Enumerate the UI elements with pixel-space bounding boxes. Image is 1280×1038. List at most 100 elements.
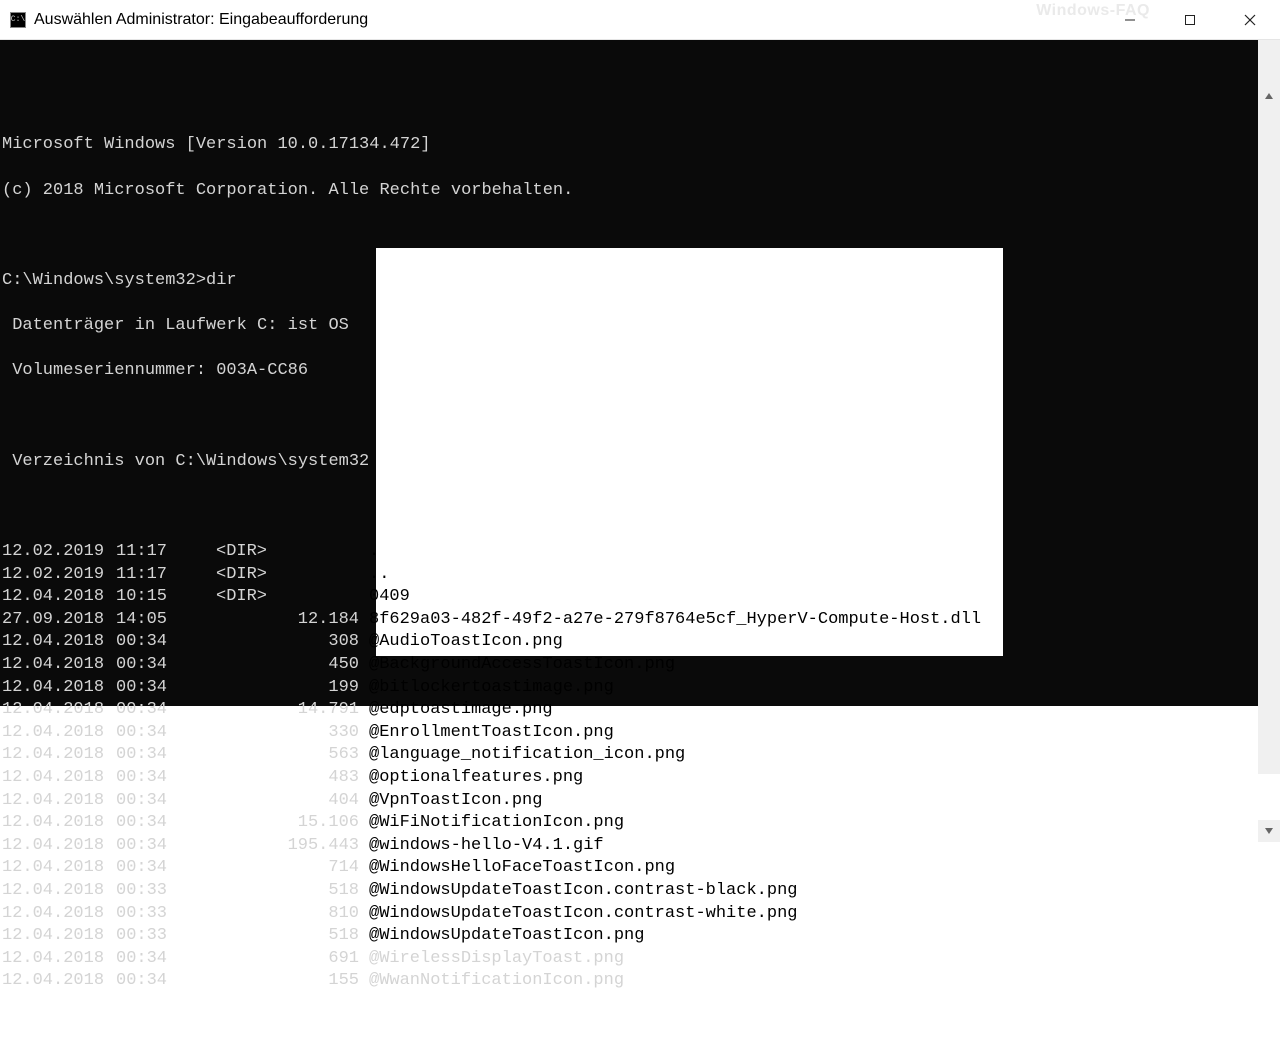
terminal-line	[2, 225, 1258, 248]
row-date: 12.04.2018	[2, 654, 116, 677]
row-size: 404	[186, 790, 369, 813]
row-time: 00:34	[116, 699, 186, 722]
row-dir-tag: <DIR>	[186, 586, 369, 609]
minimize-button[interactable]	[1100, 0, 1160, 39]
row-filename: @WirelessDisplayToast.png	[369, 948, 624, 971]
terminal-area[interactable]: Microsoft Windows [Version 10.0.17134.47…	[0, 40, 1280, 706]
dir-row: 12.04.201800:34155@WwanNotificationIcon.…	[2, 970, 1258, 993]
dir-row: 12.04.201800:33810@WindowsUpdateToastIco…	[2, 903, 1258, 926]
dir-row: 12.02.201911:17<DIR>.	[2, 541, 1258, 564]
row-filename: 8f629a03-482f-49f2-a27e-279f8764e5cf_Hyp…	[369, 609, 981, 632]
row-filename: @windows-hello-V4.1.gif	[369, 835, 604, 858]
row-filename: @VpnToastIcon.png	[369, 790, 542, 813]
row-date: 12.02.2019	[2, 541, 116, 564]
terminal-output[interactable]: Microsoft Windows [Version 10.0.17134.47…	[2, 89, 1258, 751]
dir-row: 12.04.201800:34483@optionalfeatures.png	[2, 767, 1258, 790]
row-time: 00:34	[116, 790, 186, 813]
window-controls	[1100, 0, 1280, 39]
row-date: 12.04.2018	[2, 925, 116, 948]
row-size: 199	[186, 677, 369, 700]
row-size: 14.791	[186, 699, 369, 722]
window-titlebar[interactable]: C:\ Auswählen Administrator: Eingabeauff…	[0, 0, 1280, 40]
terminal-line	[2, 406, 1258, 429]
row-date: 12.04.2018	[2, 835, 116, 858]
row-size: 563	[186, 744, 369, 767]
row-date: 27.09.2018	[2, 609, 116, 632]
row-size: 691	[186, 948, 369, 971]
dir-row: 12.04.201800:34450@BackgroundAccessToast…	[2, 654, 1258, 677]
row-time: 00:33	[116, 903, 186, 926]
row-filename: @language_notification_icon.png	[369, 744, 685, 767]
row-filename: ..	[369, 564, 389, 587]
row-filename: @EnrollmentToastIcon.png	[369, 722, 614, 745]
row-date: 12.04.2018	[2, 812, 116, 835]
row-time: 00:34	[116, 722, 186, 745]
row-time: 00:33	[116, 925, 186, 948]
row-filename: @BackgroundAccessToastIcon.png	[369, 654, 675, 677]
terminal-line	[2, 496, 1258, 519]
dir-row: 12.04.201800:34308@AudioToastIcon.png	[2, 631, 1258, 654]
close-button[interactable]	[1220, 0, 1280, 39]
row-date: 12.04.2018	[2, 790, 116, 813]
row-filename: 0409	[369, 586, 410, 609]
row-date: 12.04.2018	[2, 767, 116, 790]
row-date: 12.04.2018	[2, 677, 116, 700]
row-filename: @WwanNotificationIcon.png	[369, 970, 624, 993]
row-time: 11:17	[116, 564, 186, 587]
row-date: 12.04.2018	[2, 857, 116, 880]
dir-row: 27.09.201814:0512.1848f629a03-482f-49f2-…	[2, 609, 1258, 632]
terminal-line: C:\Windows\system32>dir	[2, 270, 1258, 293]
row-date: 12.04.2018	[2, 744, 116, 767]
row-size: 518	[186, 880, 369, 903]
terminal-line: Microsoft Windows [Version 10.0.17134.47…	[2, 134, 1258, 157]
row-time: 00:34	[116, 812, 186, 835]
row-size: 714	[186, 857, 369, 880]
terminal-line: Datenträger in Laufwerk C: ist OS	[2, 315, 1258, 338]
row-size: 330	[186, 722, 369, 745]
row-date: 12.04.2018	[2, 722, 116, 745]
vertical-scrollbar[interactable]	[1258, 40, 1280, 706]
dir-row: 12.04.201800:33518@WindowsUpdateToastIco…	[2, 880, 1258, 903]
dir-row: 12.04.201800:34404@VpnToastIcon.png	[2, 790, 1258, 813]
row-time: 00:34	[116, 767, 186, 790]
scroll-down-arrow[interactable]	[1258, 820, 1280, 842]
row-time: 14:05	[116, 609, 186, 632]
row-time: 00:34	[116, 744, 186, 767]
row-time: 00:34	[116, 857, 186, 880]
maximize-button[interactable]	[1160, 0, 1220, 39]
row-date: 12.04.2018	[2, 880, 116, 903]
row-time: 00:34	[116, 970, 186, 993]
row-filename: @WindowsHelloFaceToastIcon.png	[369, 857, 675, 880]
scroll-track[interactable]	[1258, 152, 1280, 774]
dir-row: 12.04.201800:3414.791@edptoastimage.png	[2, 699, 1258, 722]
row-time: 00:34	[116, 631, 186, 654]
dir-row: 12.04.201800:34563@language_notification…	[2, 744, 1258, 767]
cmd-icon: C:\	[10, 12, 26, 28]
row-size: 483	[186, 767, 369, 790]
row-filename: .	[369, 541, 379, 564]
terminal-line: (c) 2018 Microsoft Corporation. Alle Rec…	[2, 180, 1258, 203]
dir-row: 12.04.201800:34714@WindowsHelloFaceToast…	[2, 857, 1258, 880]
row-time: 10:15	[116, 586, 186, 609]
dir-row: 12.04.201800:34195.443@windows-hello-V4.…	[2, 835, 1258, 858]
dir-row: 12.04.201800:3415.106@WiFiNotificationIc…	[2, 812, 1258, 835]
row-dir-tag: <DIR>	[186, 564, 369, 587]
row-filename: @AudioToastIcon.png	[369, 631, 563, 654]
row-time: 00:33	[116, 880, 186, 903]
row-time: 00:34	[116, 948, 186, 971]
dir-row: 12.04.201800:34330@EnrollmentToastIcon.p…	[2, 722, 1258, 745]
row-size: 15.106	[186, 812, 369, 835]
dir-row: 12.04.201800:34691@WirelessDisplayToast.…	[2, 948, 1258, 971]
row-size: 518	[186, 925, 369, 948]
row-date: 12.04.2018	[2, 699, 116, 722]
dir-row: 12.04.201810:15<DIR>0409	[2, 586, 1258, 609]
row-date: 12.04.2018	[2, 631, 116, 654]
row-time: 11:17	[116, 541, 186, 564]
row-filename: @optionalfeatures.png	[369, 767, 583, 790]
scroll-up-arrow[interactable]	[1258, 85, 1280, 107]
row-filename: @WiFiNotificationIcon.png	[369, 812, 624, 835]
row-date: 12.04.2018	[2, 970, 116, 993]
row-size: 195.443	[186, 835, 369, 858]
row-size: 155	[186, 970, 369, 993]
row-date: 12.04.2018	[2, 948, 116, 971]
